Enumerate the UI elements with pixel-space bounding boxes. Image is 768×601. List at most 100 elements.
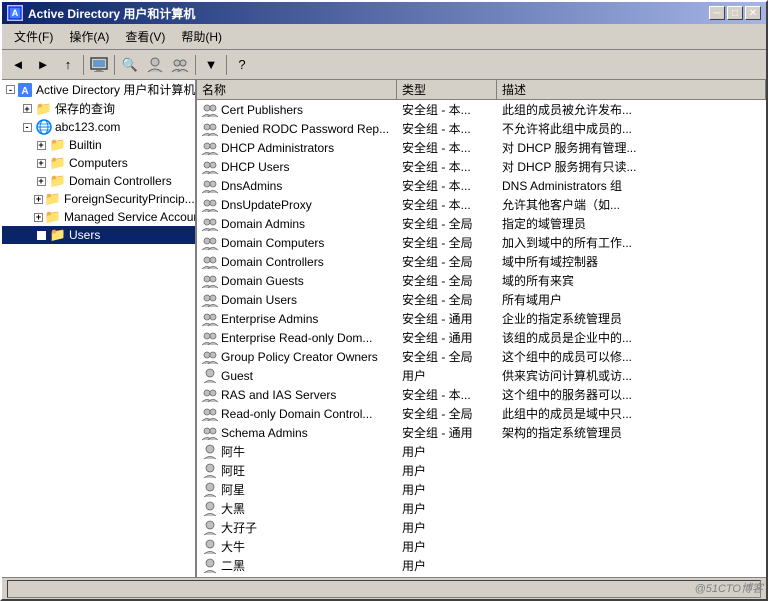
list-body: Cert Publishers 安全组 - 本... 此组的成员被允许发布...…: [197, 100, 766, 577]
root-expand[interactable]: -: [6, 82, 17, 98]
table-row[interactable]: Enterprise Admins 安全组 - 通用 企业的指定系统管理员: [197, 309, 766, 328]
title-bar-left: A Active Directory 用户和计算机: [7, 5, 195, 22]
table-row[interactable]: DnsAdmins 安全组 - 本... DNS Administrators …: [197, 176, 766, 195]
domain-expand[interactable]: -: [20, 119, 36, 135]
tree-dc[interactable]: + 📁 Domain Controllers: [2, 172, 195, 190]
table-row[interactable]: 二黑 用户: [197, 556, 766, 575]
table-row[interactable]: Domain Users 安全组 - 全局 所有域用户: [197, 290, 766, 309]
cell-desc: [497, 527, 766, 529]
table-row[interactable]: Guest 用户 供来宾访问计算机或访...: [197, 366, 766, 385]
computers-expand[interactable]: +: [34, 155, 50, 171]
cell-name: Domain Users: [197, 291, 397, 309]
builtin-expand[interactable]: +: [34, 137, 50, 153]
table-row[interactable]: Schema Admins 安全组 - 通用 架构的指定系统管理员: [197, 423, 766, 442]
dc-label: Domain Controllers: [69, 174, 172, 188]
table-row[interactable]: Enterprise Read-only Dom... 安全组 - 通用 该组的…: [197, 328, 766, 347]
table-row[interactable]: Domain Controllers 安全组 - 全局 域中所有域控制器: [197, 252, 766, 271]
up-button[interactable]: ↑: [56, 53, 80, 77]
row-icon: [202, 349, 218, 365]
users-label: Users: [69, 228, 100, 242]
cell-type: 安全组 - 全局: [397, 214, 497, 233]
cell-type: 用户: [397, 461, 497, 480]
tree-users[interactable]: + 📁 Users: [2, 226, 195, 244]
menu-help[interactable]: 帮助(H): [173, 26, 230, 47]
cell-type: 安全组 - 通用: [397, 423, 497, 442]
close-button[interactable]: ✕: [745, 6, 761, 20]
cell-name: 阿牛: [197, 442, 397, 461]
cell-name: 阿星: [197, 480, 397, 499]
cell-type: 安全组 - 全局: [397, 271, 497, 290]
cell-name: Enterprise Read-only Dom...: [197, 329, 397, 347]
row-icon: [202, 425, 218, 441]
row-icon: [202, 539, 218, 555]
table-row[interactable]: Domain Admins 安全组 - 全局 指定的域管理员: [197, 214, 766, 233]
row-icon: [202, 444, 218, 460]
status-text: [7, 580, 761, 598]
user-button[interactable]: [143, 53, 167, 77]
tree-computers[interactable]: + 📁 Computers: [2, 154, 195, 172]
toolbar-sep-4: [226, 55, 227, 75]
table-row[interactable]: RAS and IAS Servers 安全组 - 本... 这个组中的服务器可…: [197, 385, 766, 404]
cell-name: DHCP Administrators: [197, 139, 397, 157]
filter-button[interactable]: ▼: [199, 53, 223, 77]
table-row[interactable]: Denied RODC Password Rep... 安全组 - 本... 不…: [197, 119, 766, 138]
tree-domain[interactable]: - abc123.com: [2, 118, 195, 136]
tree-managed[interactable]: + 📁 Managed Service Accour...: [2, 208, 195, 226]
tree-root[interactable]: - A Active Directory 用户和计算机: [2, 80, 195, 99]
tree-builtin[interactable]: + 📁 Builtin: [2, 136, 195, 154]
title-buttons: ─ □ ✕: [709, 6, 761, 20]
menu-file[interactable]: 文件(F): [6, 26, 61, 47]
table-row[interactable]: 阿旺 用户: [197, 461, 766, 480]
watermark: @51CTO博客: [695, 580, 763, 596]
cell-name: Read-only Domain Control...: [197, 405, 397, 423]
table-row[interactable]: DnsUpdateProxy 安全组 - 本... 允许其他客户端（如...: [197, 195, 766, 214]
table-row[interactable]: 阿星 用户: [197, 480, 766, 499]
users-expand[interactable]: +: [34, 227, 50, 243]
toolbar-sep-3: [195, 55, 196, 75]
managed-expand[interactable]: +: [34, 209, 45, 225]
cell-name: Domain Controllers: [197, 253, 397, 271]
table-row[interactable]: Domain Guests 安全组 - 全局 域的所有来宾: [197, 271, 766, 290]
table-row[interactable]: 大黑 用户: [197, 499, 766, 518]
tree-foreign[interactable]: + 📁 ForeignSecurityPrincip...: [2, 190, 195, 208]
back-button[interactable]: ◄: [6, 53, 30, 77]
saved-expand[interactable]: +: [20, 101, 36, 117]
dc-expand[interactable]: +: [34, 173, 50, 189]
minimize-button[interactable]: ─: [709, 6, 725, 20]
table-row[interactable]: 阿牛 用户: [197, 442, 766, 461]
cell-type: 安全组 - 全局: [397, 252, 497, 271]
col-header-name[interactable]: 名称: [197, 80, 397, 99]
forward-button[interactable]: ►: [31, 53, 55, 77]
cell-name: Domain Admins: [197, 215, 397, 233]
cell-type: 安全组 - 全局: [397, 404, 497, 423]
col-header-desc[interactable]: 描述: [497, 80, 766, 99]
cell-type: 用户: [397, 480, 497, 499]
computer-button[interactable]: [87, 53, 111, 77]
table-row[interactable]: Read-only Domain Control... 安全组 - 全局 此组中…: [197, 404, 766, 423]
table-row[interactable]: 大牛 用户: [197, 537, 766, 556]
row-icon: [202, 311, 218, 327]
col-header-type[interactable]: 类型: [397, 80, 497, 99]
table-row[interactable]: 大孖子 用户: [197, 518, 766, 537]
list-panel: 名称 类型 描述 Cert Publishers 安全组 - 本... 此组的成…: [197, 80, 766, 577]
search-button[interactable]: 🔍: [118, 53, 142, 77]
menu-view[interactable]: 查看(V): [117, 26, 173, 47]
group-button[interactable]: [168, 53, 192, 77]
svg-text:A: A: [12, 8, 19, 18]
tree-saved-queries[interactable]: + 📁 保存的查询: [2, 99, 195, 118]
row-icon: [202, 387, 218, 403]
table-row[interactable]: DHCP Users 安全组 - 本... 对 DHCP 服务拥有只读...: [197, 157, 766, 176]
cell-desc: 指定的域管理员: [497, 214, 766, 233]
cell-type: 安全组 - 全局: [397, 233, 497, 252]
help-button[interactable]: ?: [230, 53, 254, 77]
cell-desc: 这个组中的服务器可以...: [497, 385, 766, 404]
foreign-expand[interactable]: +: [34, 191, 45, 207]
table-row[interactable]: Group Policy Creator Owners 安全组 - 全局 这个组…: [197, 347, 766, 366]
row-icon: [202, 558, 218, 574]
cell-name: DnsUpdateProxy: [197, 196, 397, 214]
table-row[interactable]: Cert Publishers 安全组 - 本... 此组的成员被允许发布...: [197, 100, 766, 119]
maximize-button[interactable]: □: [727, 6, 743, 20]
table-row[interactable]: Domain Computers 安全组 - 全局 加入到域中的所有工作...: [197, 233, 766, 252]
table-row[interactable]: DHCP Administrators 安全组 - 本... 对 DHCP 服务…: [197, 138, 766, 157]
menu-action[interactable]: 操作(A): [61, 26, 117, 47]
